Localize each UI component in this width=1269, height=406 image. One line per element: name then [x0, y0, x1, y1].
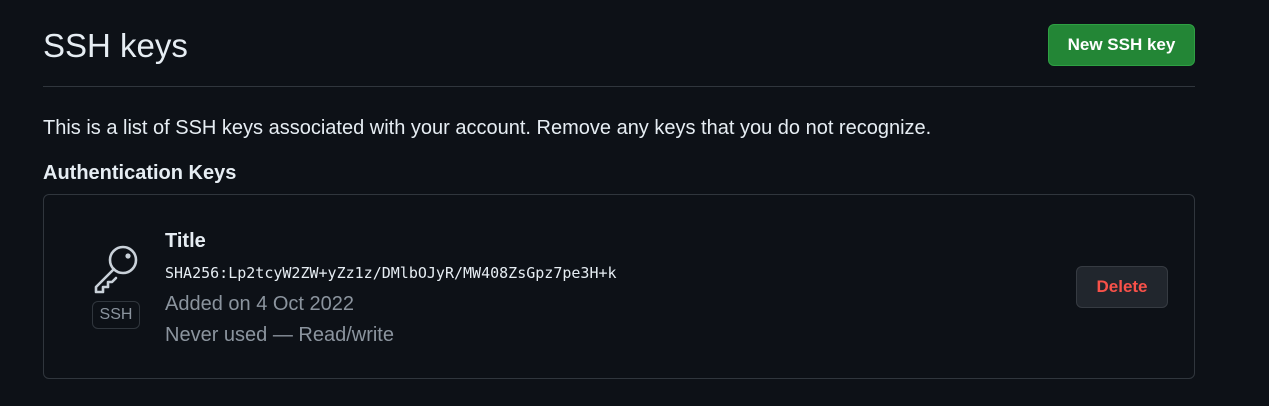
new-ssh-key-button[interactable]: New SSH key: [1048, 24, 1195, 66]
page-description: This is a list of SSH keys associated wi…: [43, 117, 932, 139]
key-fingerprint: SHA256:Lp2tcyW2ZW+yZz1z/DMlbOJyR/MW408Zs…: [165, 264, 617, 282]
page-title: SSH keys: [43, 27, 188, 64]
key-added-date: Added on 4 Oct 2022: [165, 293, 355, 315]
key-icon: [90, 241, 144, 295]
key-usage: Never used — Read/write: [165, 324, 394, 346]
ssh-key-item: SSH Title SHA256:Lp2tcyW2ZW+yZz1z/DMlbOJ…: [43, 194, 1195, 379]
delete-key-button[interactable]: Delete: [1076, 266, 1168, 308]
key-title: Title: [165, 230, 206, 252]
ssh-badge: SSH: [92, 301, 140, 329]
page-header: SSH keys New SSH key: [43, 0, 1195, 87]
authentication-keys-heading: Authentication Keys: [43, 162, 237, 184]
